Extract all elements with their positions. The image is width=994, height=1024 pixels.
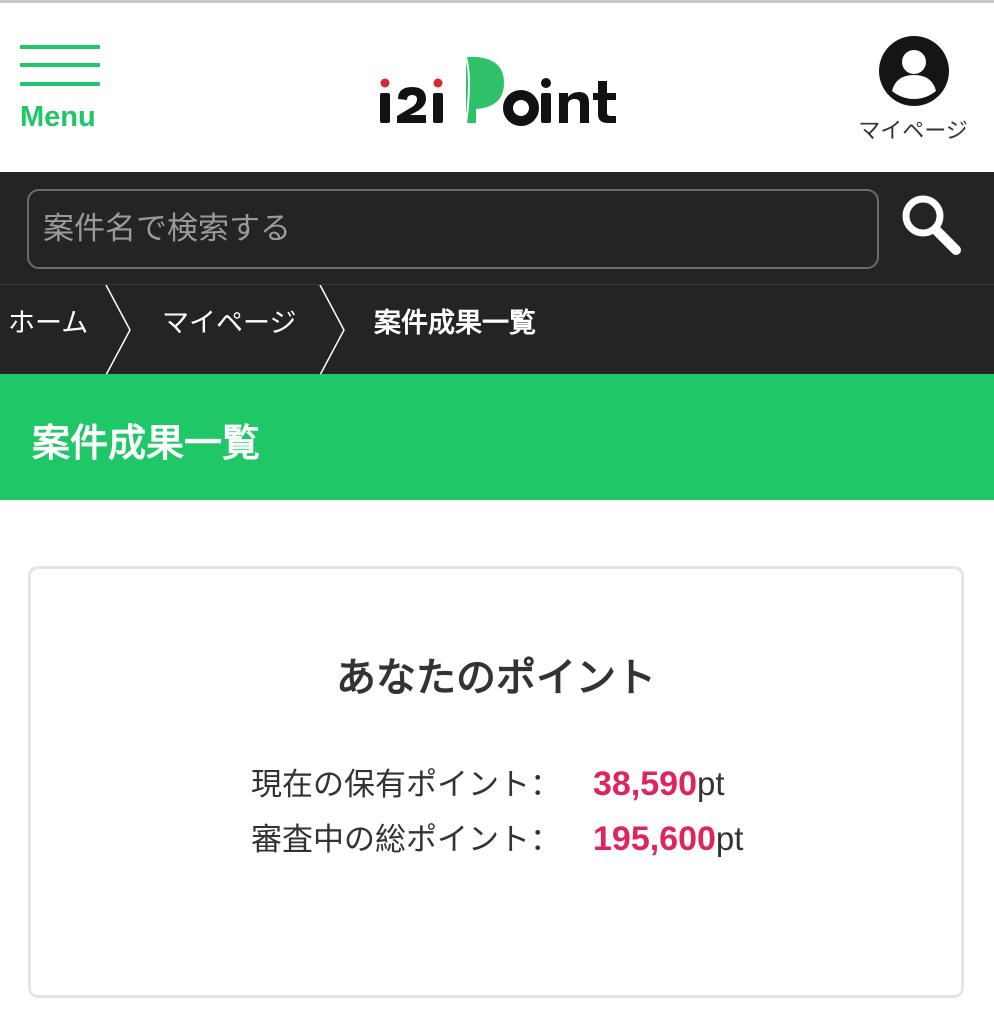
breadcrumb-mypage[interactable]: マイページ: [162, 285, 296, 375]
breadcrumb-home[interactable]: ホーム: [8, 285, 88, 375]
current-points-value: 38,590: [593, 765, 697, 803]
points-card-title: あなたのポイント: [336, 655, 656, 701]
pending-points-row: 審査中の総ポイント： 195,600pt: [251, 814, 743, 864]
breadcrumb: ホーム マイページ 案件成果一覧: [0, 284, 994, 375]
page-title: 案件成果一覧: [32, 421, 261, 465]
breadcrumb-separator-icon: [105, 285, 131, 375]
search-input[interactable]: [27, 189, 879, 269]
menu-label: Menu: [20, 101, 96, 133]
breadcrumb-current: 案件成果一覧: [374, 308, 536, 339]
search-button[interactable]: [895, 190, 975, 270]
current-points-row: 現在の保有ポイント： 38,590pt: [251, 759, 725, 809]
pending-points-label: 審査中の総ポイント：: [251, 822, 561, 858]
menu-button[interactable]: Menu: [18, 43, 108, 138]
points-card: あなたのポイント 現在の保有ポイント： 38,590pt 審査中の総ポイント： 19…: [28, 566, 964, 998]
user-circle-icon: [879, 36, 949, 106]
pending-points-unit: pt: [715, 820, 744, 857]
i2i-point-logo: [380, 56, 616, 126]
mypage-button[interactable]: マイページ: [848, 35, 978, 145]
section-header: 案件成果一覧: [0, 374, 994, 500]
mypage-label: マイページ: [858, 119, 968, 144]
pending-points-value: 195,600: [593, 820, 716, 858]
search-bar: [0, 172, 994, 284]
site-logo[interactable]: [376, 49, 620, 133]
current-points-unit: pt: [697, 765, 725, 802]
breadcrumb-separator-icon: [319, 285, 345, 375]
site-header: Menu マイページ: [0, 3, 994, 172]
current-points-label: 現在の保有ポイント：: [251, 767, 561, 803]
search-icon: [902, 195, 961, 255]
